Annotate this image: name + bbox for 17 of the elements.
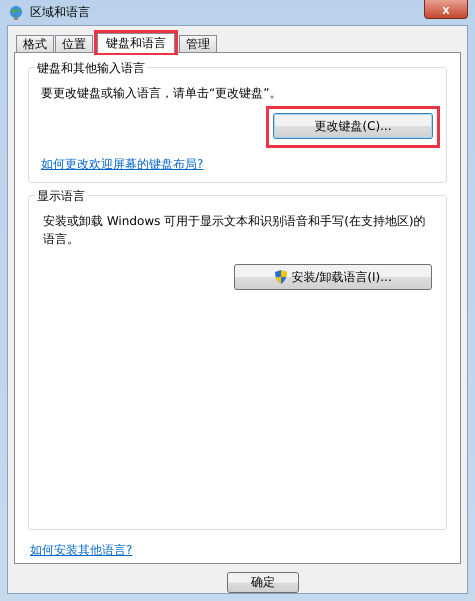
close-button[interactable]: x (424, 0, 468, 19)
tab[interactable]: 位置 (55, 35, 93, 52)
globe-icon (8, 4, 24, 20)
ok-button[interactable]: 确定 (227, 572, 299, 593)
description-text: 要更改键盘或输入语言，请单击“更改键盘”。 (41, 85, 282, 102)
tab[interactable]: 键盘和语言 (97, 33, 175, 53)
description-text: 安装或卸载 Windows 可用于显示文本和识别语音和手写(在支持地区)的语言。 (43, 213, 427, 248)
group-title: 键盘和其他输入语言 (35, 60, 147, 77)
install-language-button[interactable]: 安装/卸载语言(I)... (234, 264, 432, 290)
install-languages-link[interactable]: 如何安装其他语言? (30, 542, 447, 559)
window-title: 区域和语言 (30, 4, 91, 21)
tab[interactable]: 格式 (16, 35, 54, 52)
keyboard-layout-link[interactable]: 如何更改欢迎屏幕的键盘布局? (41, 156, 434, 173)
change-keyboard-button[interactable]: 更改键盘(C)... (273, 113, 433, 139)
group-title: 显示语言 (35, 188, 87, 205)
shield-icon (274, 269, 288, 285)
tab[interactable]: 管理 (179, 35, 217, 52)
